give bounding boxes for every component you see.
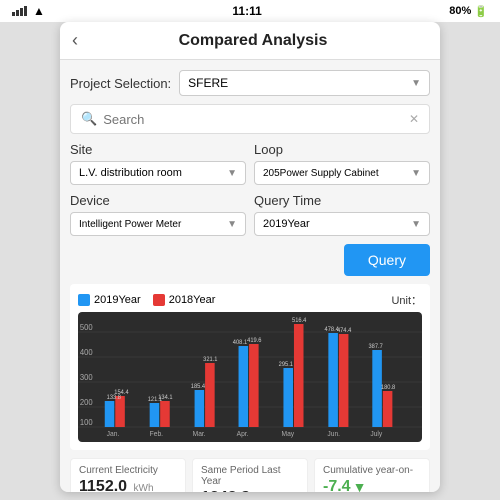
- chart-unit-label: Unit：: [391, 292, 422, 308]
- query-button[interactable]: Query: [344, 244, 430, 276]
- status-bar: ▲ 11:11 80% 🔋: [0, 0, 500, 22]
- project-selection-row: Project Selection: SFERE ▼: [70, 70, 430, 96]
- signal-bars: [12, 6, 27, 16]
- project-selection-value: SFERE: [188, 76, 228, 90]
- stat-cumulative-label: Cumulative year-on-: [323, 465, 421, 476]
- svg-text:Jan.: Jan.: [107, 431, 120, 438]
- svg-text:154.4: 154.4: [114, 390, 129, 396]
- chart-area: 2019Year 2018Year Unit： 500: [70, 284, 430, 450]
- stats-row: Current Electricity 1152.0 kWh Same Peri…: [70, 458, 430, 492]
- stat-current-unit: kWh: [134, 483, 154, 492]
- stat-cumulative-number: -7.4: [323, 478, 351, 492]
- battery-icon: 🔋: [474, 5, 488, 18]
- signal-area: ▲: [12, 4, 45, 18]
- chart-svg: 500 400 300 200 100 133.8 154.4 Jan. 121…: [78, 312, 422, 442]
- legend-dot-2019: [78, 294, 90, 306]
- svg-text:200: 200: [80, 398, 93, 407]
- stat-same-value: 1243.8 kWh: [201, 489, 299, 492]
- svg-text:134.1: 134.1: [158, 395, 172, 401]
- device-value: Intelligent Power Meter: [79, 219, 181, 230]
- site-arrow: ▼: [227, 168, 237, 179]
- device-querytime-row: Device Intelligent Power Meter ▼ Query T…: [70, 193, 430, 236]
- wifi-icon: ▲: [33, 4, 45, 18]
- top-nav: ‹ Compared Analysis: [60, 22, 440, 60]
- site-label: Site: [70, 142, 238, 157]
- battery-indicator: 80% 🔋: [449, 5, 488, 18]
- page-title: Compared Analysis: [78, 32, 428, 50]
- stat-current-value: 1152.0 kWh: [79, 478, 177, 492]
- querytime-value: 2019Year: [263, 218, 310, 230]
- site-value: L.V. distribution room: [79, 167, 182, 179]
- search-input[interactable]: [103, 112, 409, 127]
- svg-text:185.4: 185.4: [191, 384, 206, 390]
- search-bar[interactable]: 🔍 ✕: [70, 104, 430, 134]
- status-time: 11:11: [232, 4, 261, 18]
- querytime-label: Query Time: [254, 193, 422, 208]
- svg-text:500: 500: [80, 323, 93, 332]
- stat-cumulative-change: -7.4 ▼: [323, 478, 421, 492]
- search-icon: 🔍: [81, 111, 97, 127]
- stat-cumulative: Cumulative year-on- -7.4 ▼: [314, 458, 430, 492]
- querytime-group: Query Time 2019Year ▼: [254, 193, 430, 236]
- legend-label-2019: 2019Year: [94, 294, 141, 306]
- stat-current-label: Current Electricity: [79, 465, 177, 476]
- querytime-arrow: ▼: [411, 219, 421, 230]
- loop-value: 205Power Supply Cabinet: [263, 168, 379, 179]
- svg-text:321.1: 321.1: [203, 357, 217, 363]
- svg-text:Apr.: Apr.: [237, 431, 249, 438]
- svg-text:516.4: 516.4: [292, 318, 307, 324]
- stat-same-label: Same Period Last Year: [201, 465, 299, 487]
- loop-arrow: ▼: [411, 168, 421, 179]
- svg-text:Feb.: Feb.: [150, 431, 163, 438]
- legend-label-2018: 2018Year: [169, 294, 216, 306]
- svg-text:180.8: 180.8: [381, 385, 395, 391]
- stat-same-period: Same Period Last Year 1243.8 kWh: [192, 458, 308, 492]
- device-group: Device Intelligent Power Meter ▼: [70, 193, 246, 236]
- project-selection-dropdown[interactable]: SFERE ▼: [179, 70, 430, 96]
- svg-text:295.1: 295.1: [279, 362, 293, 368]
- svg-text:387.7: 387.7: [368, 344, 382, 350]
- stat-current-electricity: Current Electricity 1152.0 kWh: [70, 458, 186, 492]
- svg-text:419.6: 419.6: [247, 338, 261, 344]
- chart-legend: 2019Year 2018Year Unit：: [78, 292, 422, 308]
- loop-label: Loop: [254, 142, 422, 157]
- device-label: Device: [70, 193, 238, 208]
- svg-text:300: 300: [80, 373, 93, 382]
- device-dropdown[interactable]: Intelligent Power Meter ▼: [70, 212, 246, 236]
- querytime-dropdown[interactable]: 2019Year ▼: [254, 212, 430, 236]
- project-selection-arrow: ▼: [411, 78, 421, 89]
- legend-dot-2018: [153, 294, 165, 306]
- stat-same-number: 1243.8: [201, 489, 250, 492]
- site-dropdown[interactable]: L.V. distribution room ▼: [70, 161, 246, 185]
- site-group: Site L.V. distribution room ▼: [70, 142, 246, 185]
- svg-text:474.4: 474.4: [337, 328, 352, 334]
- main-content: Project Selection: SFERE ▼ 🔍 ✕ Site L.V.…: [60, 60, 440, 492]
- svg-text:May: May: [282, 431, 295, 438]
- stat-cumulative-arrow: ▼: [353, 479, 367, 492]
- svg-text:408.1: 408.1: [233, 340, 247, 346]
- project-selection-label: Project Selection:: [70, 76, 171, 91]
- battery-percent: 80%: [449, 5, 471, 17]
- phone-container: ‹ Compared Analysis Project Selection: S…: [60, 22, 440, 492]
- svg-text:100: 100: [80, 418, 93, 427]
- site-loop-row: Site L.V. distribution room ▼ Loop 205Po…: [70, 142, 430, 185]
- svg-text:Jun.: Jun.: [327, 431, 340, 438]
- stat-current-number: 1152.0: [79, 478, 127, 492]
- legend-2018: 2018Year: [153, 294, 216, 306]
- device-arrow: ▼: [227, 219, 237, 230]
- svg-text:July: July: [370, 431, 382, 438]
- svg-text:400: 400: [80, 348, 93, 357]
- search-clear-icon[interactable]: ✕: [409, 112, 419, 126]
- svg-text:Mar.: Mar.: [193, 431, 206, 438]
- legend-2019: 2019Year: [78, 294, 141, 306]
- loop-dropdown[interactable]: 205Power Supply Cabinet ▼: [254, 161, 430, 185]
- loop-group: Loop 205Power Supply Cabinet ▼: [254, 142, 430, 185]
